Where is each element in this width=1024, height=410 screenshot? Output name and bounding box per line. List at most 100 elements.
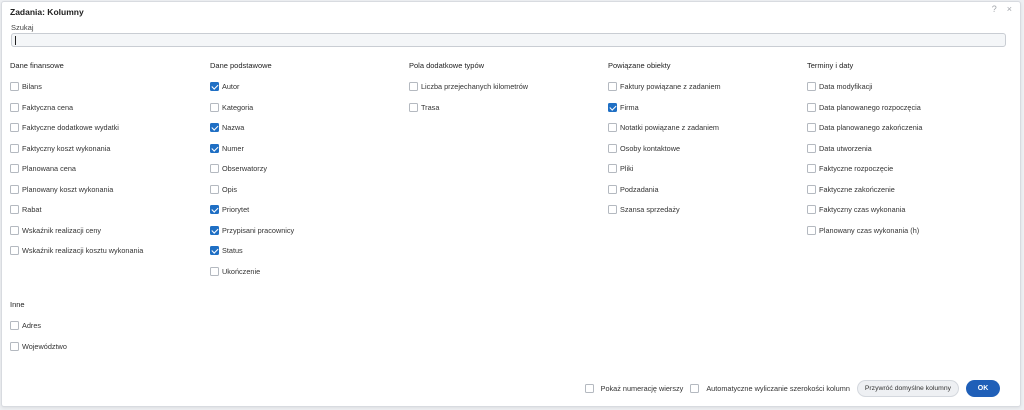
column-option-label: Numer xyxy=(222,143,244,153)
column-option[interactable]: Przypisani pracownicy xyxy=(210,225,294,236)
column-option-label: Pliki xyxy=(620,164,634,173)
checkbox[interactable] xyxy=(608,143,617,153)
checkbox[interactable] xyxy=(608,205,617,214)
column-option[interactable]: Data utworzenia xyxy=(807,143,922,154)
checkbox[interactable] xyxy=(10,246,19,255)
checkbox[interactable] xyxy=(10,102,19,112)
checkbox[interactable] xyxy=(608,123,617,132)
group-title: Dane podstawowe xyxy=(210,61,272,70)
column-option-label: Rabat xyxy=(22,205,42,214)
column-option[interactable]: Data planowanego zakończenia xyxy=(807,122,922,133)
column-option[interactable]: Wskaźnik realizacji kosztu wykonania xyxy=(10,245,143,256)
column-option[interactable]: Planowany koszt wykonania xyxy=(10,184,143,195)
column-option[interactable]: Numer xyxy=(210,143,294,154)
column-option[interactable]: Priorytet xyxy=(210,204,294,215)
group-title: Inne xyxy=(10,300,25,309)
checkbox[interactable] xyxy=(807,123,816,132)
column-option[interactable]: Nazwa xyxy=(210,122,294,133)
column-option[interactable]: Faktury powiązane z zadaniem xyxy=(608,81,721,92)
column-option[interactable]: Opis xyxy=(210,184,294,195)
column-option[interactable]: Planowany czas wykonania (h) xyxy=(807,225,922,236)
column-option[interactable]: Osoby kontaktowe xyxy=(608,143,721,154)
column-option[interactable]: Podzadania xyxy=(608,184,721,195)
column-option[interactable]: Faktyczna cena xyxy=(10,102,143,113)
column-option[interactable]: Kategoria xyxy=(210,102,294,113)
column-option[interactable]: Trasa xyxy=(409,102,528,113)
checkbox[interactable] xyxy=(10,205,19,214)
column-option[interactable]: Status xyxy=(210,245,294,256)
checkbox[interactable] xyxy=(608,164,617,173)
checkbox[interactable] xyxy=(807,205,816,214)
checkbox[interactable] xyxy=(210,102,219,112)
checkbox[interactable] xyxy=(10,341,19,351)
checkbox[interactable] xyxy=(210,266,219,276)
auto-width-checkbox[interactable] xyxy=(690,384,700,393)
show-row-numbers-checkbox[interactable] xyxy=(584,384,594,393)
column-option-label: Faktyczne zakończenie xyxy=(819,184,895,194)
column-option[interactable]: Autor xyxy=(210,81,294,92)
column-option-label: Data planowanego zakończenia xyxy=(819,123,923,132)
checkbox[interactable] xyxy=(210,164,219,173)
checkbox[interactable] xyxy=(210,123,219,132)
column-option-label: Trasa xyxy=(421,102,440,112)
checkbox[interactable] xyxy=(210,225,219,235)
checkbox[interactable] xyxy=(409,82,418,91)
column-option[interactable]: Adres xyxy=(10,320,67,331)
checkbox[interactable] xyxy=(807,82,816,91)
show-row-numbers-option[interactable]: Pokaż numerację wierszy xyxy=(584,384,683,393)
dialog-title: Zadania: Kolumny xyxy=(10,7,84,17)
column-option[interactable]: Faktyczne dodatkowe wydatki xyxy=(10,122,143,133)
column-option[interactable]: Faktyczny czas wykonania xyxy=(807,204,922,215)
column-option[interactable]: Notatki powiązane z zadaniem xyxy=(608,122,721,133)
checkbox[interactable] xyxy=(10,164,19,173)
column-option[interactable]: Województwo xyxy=(10,341,67,352)
checkbox[interactable] xyxy=(807,225,816,235)
checkbox[interactable] xyxy=(807,164,816,173)
close-icon[interactable]: × xyxy=(1007,4,1012,14)
checkbox[interactable] xyxy=(409,102,418,112)
checkbox[interactable] xyxy=(608,102,617,112)
checkbox[interactable] xyxy=(210,205,219,214)
auto-width-option[interactable]: Automatyczne wyliczanie szerokości kolum… xyxy=(690,384,850,393)
checkbox[interactable] xyxy=(608,184,617,194)
column-option[interactable]: Faktyczne rozpoczęcie xyxy=(807,163,922,174)
checkbox[interactable] xyxy=(807,143,816,153)
ok-button[interactable]: OK xyxy=(966,380,1000,397)
checkbox[interactable] xyxy=(210,143,219,153)
column-option[interactable]: Wskaźnik realizacji ceny xyxy=(10,225,143,236)
column-option[interactable]: Pliki xyxy=(608,163,721,174)
column-option[interactable]: Ukończenie xyxy=(210,266,294,277)
column-option-label: Faktyczny koszt wykonania xyxy=(22,143,111,153)
checkbox[interactable] xyxy=(210,184,219,194)
checkbox[interactable] xyxy=(210,82,219,91)
column-option[interactable]: Firma xyxy=(608,102,721,113)
checkbox[interactable] xyxy=(10,321,19,330)
column-option[interactable]: Liczba przejechanych kilometrów xyxy=(409,81,528,92)
column-option-label: Planowany czas wykonania (h) xyxy=(819,225,920,235)
column-option[interactable]: Data modyfikacji xyxy=(807,81,922,92)
column-option[interactable]: Obserwatorzy xyxy=(210,163,294,174)
window-controls: ? × xyxy=(992,4,1012,14)
checkbox[interactable] xyxy=(10,184,19,194)
search-input[interactable] xyxy=(11,33,1006,47)
column-option-label: Data modyfikacji xyxy=(819,82,873,91)
column-option-label: Planowany koszt wykonania xyxy=(22,184,114,194)
column-option[interactable]: Faktyczne zakończenie xyxy=(807,184,922,195)
column-option-label: Notatki powiązane z zadaniem xyxy=(620,123,719,132)
column-option[interactable]: Bilans xyxy=(10,81,143,92)
checkbox[interactable] xyxy=(807,184,816,194)
help-icon[interactable]: ? xyxy=(992,4,997,14)
checkbox[interactable] xyxy=(10,123,19,132)
checkbox[interactable] xyxy=(10,143,19,153)
column-option[interactable]: Data planowanego rozpoczęcia xyxy=(807,102,922,113)
column-option[interactable]: Faktyczny koszt wykonania xyxy=(10,143,143,154)
column-option[interactable]: Rabat xyxy=(10,204,143,215)
checkbox[interactable] xyxy=(10,225,19,235)
reset-columns-button[interactable]: Przywróć domyślne kolumny xyxy=(856,380,959,397)
checkbox[interactable] xyxy=(807,102,816,112)
checkbox[interactable] xyxy=(10,82,19,91)
column-option[interactable]: Planowana cena xyxy=(10,163,143,174)
checkbox[interactable] xyxy=(210,246,219,255)
checkbox[interactable] xyxy=(608,82,617,91)
column-option[interactable]: Szansa sprzedaży xyxy=(608,204,721,215)
